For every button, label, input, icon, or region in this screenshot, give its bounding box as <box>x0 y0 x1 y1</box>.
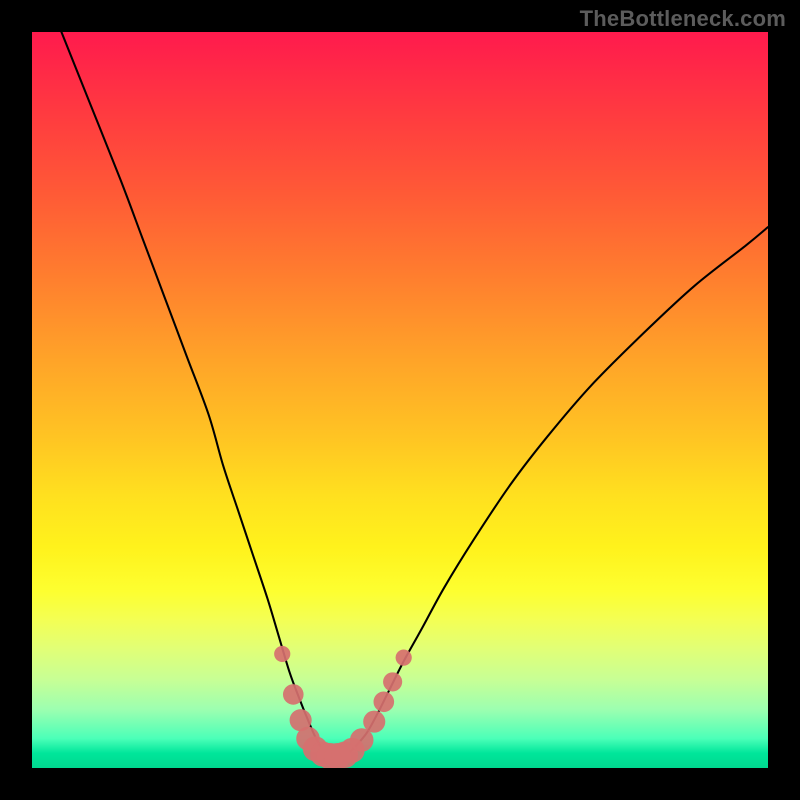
curve-markers <box>274 646 412 768</box>
curve-marker <box>283 684 304 705</box>
curve-marker <box>383 672 402 691</box>
chart-frame: TheBottleneck.com <box>0 0 800 800</box>
curve-marker <box>374 691 395 712</box>
chart-plot-area <box>32 32 768 768</box>
curve-marker <box>274 646 290 662</box>
curve-marker <box>363 711 385 733</box>
bottleneck-curve <box>61 32 768 757</box>
watermark-text: TheBottleneck.com <box>580 6 786 32</box>
curve-marker <box>396 650 412 666</box>
chart-svg <box>32 32 768 768</box>
